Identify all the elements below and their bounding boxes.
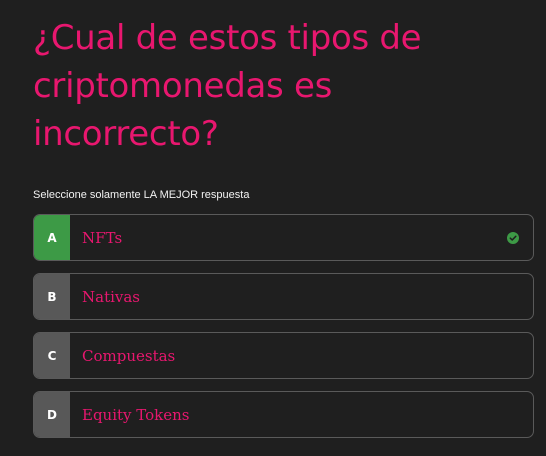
option-label: Nativas bbox=[82, 287, 141, 306]
answer-options: A NFTs B Nativas C Compuestas D Equity T… bbox=[33, 214, 534, 438]
option-letter: C bbox=[34, 333, 70, 378]
answer-option-a[interactable]: A NFTs bbox=[33, 214, 534, 261]
instruction-text: Seleccione solamente LA MEJOR respuesta bbox=[33, 189, 250, 201]
option-label: Compuestas bbox=[82, 346, 176, 365]
question-title: ¿Cual de estos tipos de criptomonedas es… bbox=[33, 18, 422, 154]
option-letter: D bbox=[34, 392, 70, 437]
quiz-page: ¿Cual de estos tipos de criptomonedas es… bbox=[0, 0, 546, 456]
answer-option-d[interactable]: D Equity Tokens bbox=[33, 391, 534, 438]
option-label: Equity Tokens bbox=[82, 405, 190, 424]
option-letter: B bbox=[34, 274, 70, 319]
answer-option-b[interactable]: B Nativas bbox=[33, 273, 534, 320]
check-circle-icon bbox=[507, 231, 519, 244]
answer-option-c[interactable]: C Compuestas bbox=[33, 332, 534, 379]
option-label: NFTs bbox=[82, 228, 123, 247]
option-letter: A bbox=[34, 215, 70, 260]
